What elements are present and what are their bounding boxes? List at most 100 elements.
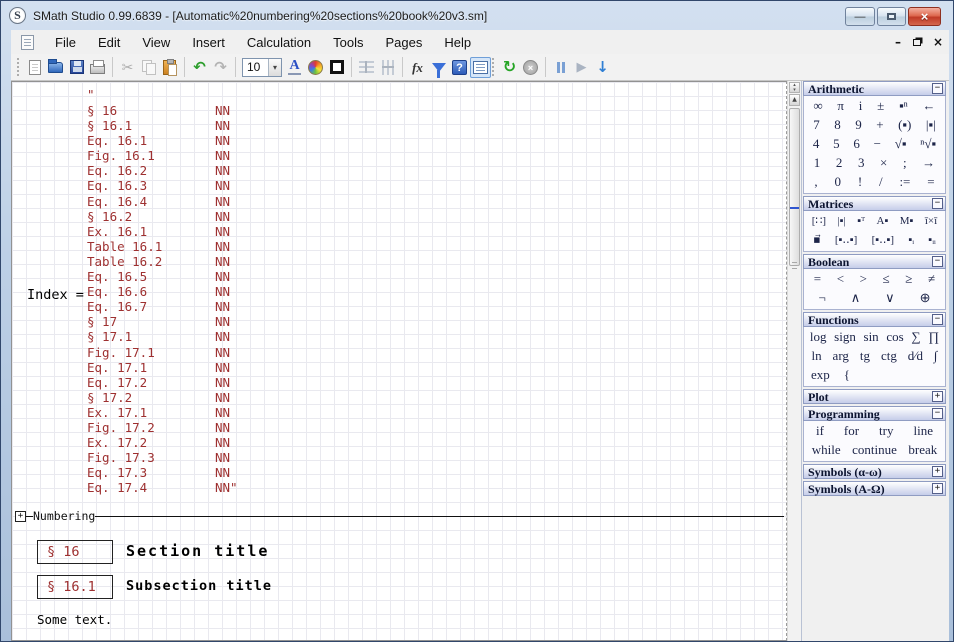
palette-button[interactable]: √▪	[894, 135, 908, 153]
palette-header[interactable]: Programming −	[803, 406, 946, 421]
palette-button[interactable]: 9	[854, 116, 863, 134]
font-size-combo[interactable]: 10 ▾	[242, 58, 282, 77]
palette-button[interactable]: for	[843, 422, 860, 440]
palette-button[interactable]: 4	[812, 135, 821, 153]
palette-button[interactable]: ⊕	[919, 289, 932, 307]
palette-button[interactable]: 8	[833, 116, 842, 134]
palette-button[interactable]: −	[873, 135, 882, 153]
palette-button[interactable]: ×	[879, 154, 888, 172]
palette-button[interactable]: [▪‥▪]	[871, 231, 895, 249]
palette-button[interactable]: ←	[922, 97, 937, 115]
menu-item[interactable]: File	[44, 32, 87, 53]
palette-button[interactable]: ±	[876, 97, 885, 115]
new-file-button[interactable]	[24, 57, 45, 78]
palette-button[interactable]: ≤	[882, 270, 891, 288]
expand-plus-icon[interactable]: +	[15, 511, 26, 522]
palette-button[interactable]: [∷]	[811, 212, 827, 230]
section-number-box[interactable]: § 16	[37, 540, 113, 564]
palette-button[interactable]: |▪|	[925, 116, 937, 134]
close-button[interactable]: ×	[908, 7, 941, 26]
palette-header[interactable]: Matrices −	[803, 196, 946, 211]
palette-header[interactable]: Symbols (α-ω) +	[803, 464, 946, 479]
palette-button[interactable]: 0	[833, 173, 842, 191]
scroll-up-button[interactable]: ▲	[789, 94, 800, 106]
palette-button[interactable]: A▪	[876, 212, 890, 230]
insert-function-button[interactable]: fx	[407, 57, 428, 78]
palette-button[interactable]: <	[836, 270, 845, 288]
maximize-button[interactable]	[877, 7, 906, 26]
redo-button[interactable]: ↷	[210, 57, 231, 78]
palette-button[interactable]: ▪ᵢ	[907, 231, 915, 249]
palette-button[interactable]: d∕d	[907, 347, 924, 365]
mdi-restore-button[interactable]	[913, 39, 921, 46]
align-horizontal-button[interactable]	[356, 57, 377, 78]
palette-button[interactable]: =	[813, 270, 822, 288]
palette-button[interactable]: ∏	[927, 328, 940, 346]
palette-button[interactable]: →	[921, 154, 936, 172]
titlebar[interactable]: S SMath Studio 0.99.6839 - [Automatic%20…	[1, 1, 953, 30]
palette-button[interactable]: :=	[898, 173, 911, 191]
menu-item[interactable]: Tools	[322, 32, 374, 53]
mdi-close-button[interactable]: ×	[933, 36, 943, 48]
palette-button[interactable]: ≠	[927, 270, 936, 288]
menu-item[interactable]: Pages	[375, 32, 434, 53]
palette-button[interactable]: ;	[902, 154, 908, 172]
palette-button[interactable]: ≥	[904, 270, 913, 288]
palette-button[interactable]: ,	[813, 173, 818, 191]
paste-button[interactable]	[159, 57, 180, 78]
palette-button[interactable]: ▪ᵢᵢ	[927, 231, 937, 249]
filter-button[interactable]	[428, 57, 449, 78]
font-color-button[interactable]: A	[284, 57, 305, 78]
palette-button[interactable]: ▪⃗	[812, 231, 821, 249]
palette-button[interactable]: ∨	[884, 289, 896, 307]
palette-button[interactable]: ctg	[880, 347, 898, 365]
palette-header[interactable]: Boolean −	[803, 254, 946, 269]
menu-item[interactable]: Insert	[181, 32, 236, 53]
palette-button[interactable]: tg	[859, 347, 871, 365]
palette-button[interactable]: arg	[832, 347, 850, 365]
mdi-minimize-button[interactable]: –	[895, 36, 901, 48]
palette-button[interactable]: ln	[810, 347, 822, 365]
palette-button[interactable]: ∧	[850, 289, 862, 307]
expand-plus-icon[interactable]: +	[932, 483, 943, 494]
palette-button[interactable]: while	[811, 441, 842, 459]
palette-button[interactable]: ⁿ√▪	[919, 135, 937, 153]
border-button[interactable]	[326, 57, 347, 78]
pause-button[interactable]	[550, 57, 571, 78]
palette-button[interactable]: ∞	[812, 97, 823, 115]
palette-button[interactable]: ¬	[817, 289, 826, 307]
palette-button[interactable]: M▪	[899, 212, 915, 230]
align-vertical-button[interactable]	[377, 57, 398, 78]
palette-button[interactable]: ▪ⁿ	[898, 97, 909, 115]
index-matrix-region[interactable]: § 16 NN § 16.1 NN Eq. 16.1 NN	[87, 103, 238, 495]
section-title-text[interactable]: Section title	[126, 542, 269, 560]
palette-button[interactable]: (▪)	[897, 116, 912, 134]
undo-button[interactable]: ↶	[189, 57, 210, 78]
debug-run-button[interactable]: ▶	[571, 57, 592, 78]
save-button[interactable]	[66, 57, 87, 78]
worksheet-canvas[interactable]: " Index = § 16 NN § 16.1 NN	[11, 81, 787, 641]
palette-button[interactable]: sin	[863, 328, 880, 346]
palette-header[interactable]: Functions −	[803, 312, 946, 327]
copy-button[interactable]	[138, 57, 159, 78]
palette-header[interactable]: Symbols (Α-Ω) +	[803, 481, 946, 496]
palette-button[interactable]: break	[907, 441, 938, 459]
palette-button[interactable]: ∫	[933, 347, 939, 365]
collapse-minus-icon[interactable]: −	[932, 83, 943, 94]
recalculate-button[interactable]: ↻	[499, 57, 520, 78]
expand-plus-icon[interactable]: +	[932, 391, 943, 402]
palette-button[interactable]: 5	[832, 135, 841, 153]
palette-button[interactable]: /	[878, 173, 884, 191]
menu-item[interactable]: Calculation	[236, 32, 322, 53]
palette-button[interactable]: π	[836, 97, 845, 115]
collapse-minus-icon[interactable]: −	[932, 408, 943, 419]
palette-button[interactable]: if	[815, 422, 825, 440]
palette-header[interactable]: Plot +	[803, 389, 946, 404]
palette-button[interactable]: 2	[835, 154, 844, 172]
palette-button[interactable]: i	[858, 97, 864, 115]
reference-book-button[interactable]: ?	[449, 57, 470, 78]
palette-button[interactable]: ī×ī	[924, 212, 938, 230]
palette-button[interactable]: ∑	[910, 328, 921, 346]
menu-item[interactable]: View	[131, 32, 181, 53]
subsection-title-text[interactable]: Subsection title	[126, 578, 272, 594]
